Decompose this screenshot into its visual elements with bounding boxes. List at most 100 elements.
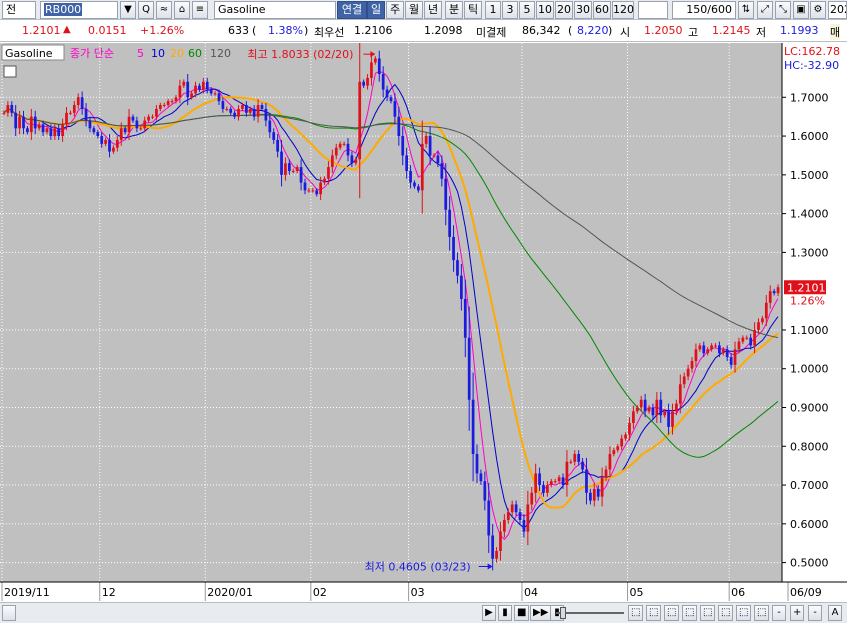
stepper-icon[interactable]: ⇅ bbox=[738, 1, 754, 19]
tab-monthly[interactable]: 월 bbox=[405, 1, 423, 19]
candle-body bbox=[217, 93, 221, 102]
xtick-label: 12 bbox=[102, 586, 116, 599]
period-input[interactable] bbox=[638, 1, 668, 19]
candle-body bbox=[460, 275, 463, 299]
candle-body bbox=[772, 291, 776, 294]
tab-weekly[interactable]: 주 bbox=[386, 1, 404, 19]
expand-icon[interactable]: ⬚ bbox=[682, 605, 698, 621]
xtick-label: 03 bbox=[411, 586, 425, 599]
period-10-button[interactable]: 10 bbox=[536, 1, 554, 19]
candle-body bbox=[385, 89, 389, 98]
period-30-button[interactable]: 30 bbox=[574, 1, 592, 19]
save-icon[interactable]: ▣ bbox=[793, 1, 809, 19]
zoom-fit-icon[interactable]: ⤢ bbox=[757, 1, 773, 19]
sell-label: 매 bbox=[830, 24, 841, 40]
stop-button[interactable]: ■ bbox=[514, 605, 530, 621]
zoom-out-button[interactable]: - bbox=[772, 605, 786, 621]
candle-body bbox=[155, 108, 158, 117]
candle-body bbox=[682, 376, 686, 385]
candle-body bbox=[158, 105, 162, 109]
candle-body bbox=[350, 155, 354, 164]
candle-body bbox=[596, 488, 600, 497]
candle-body bbox=[53, 128, 57, 137]
open-price: 1.2050 bbox=[644, 24, 683, 37]
candle-body bbox=[514, 504, 518, 513]
fast-forward-button[interactable]: ▶▶ bbox=[530, 605, 552, 621]
grid-icon[interactable]: ⬚ bbox=[646, 605, 662, 621]
candle-body bbox=[721, 349, 725, 354]
candle-body bbox=[338, 143, 342, 148]
zoom-in-icon[interactable]: ⤡ bbox=[775, 1, 791, 19]
candle-body bbox=[592, 488, 596, 501]
candle-body bbox=[260, 105, 264, 109]
zoom-in-button[interactable]: + bbox=[790, 605, 805, 621]
candle-icon[interactable]: ⬚ bbox=[736, 605, 752, 621]
candle-body bbox=[483, 481, 487, 501]
up-arrow-icon: ▲ bbox=[63, 24, 71, 35]
candle-body bbox=[757, 322, 760, 330]
legend-period-60: 60 bbox=[188, 47, 202, 60]
tab-minute[interactable]: 분 bbox=[445, 1, 463, 19]
settings-icon[interactable]: ⚙ bbox=[810, 1, 826, 19]
candle-body bbox=[354, 159, 358, 164]
period-1-button[interactable]: 1 bbox=[485, 1, 501, 19]
candle-body bbox=[284, 163, 287, 175]
line-icon[interactable]: ⬚ bbox=[754, 605, 770, 621]
auto-button[interactable]: A bbox=[828, 605, 842, 621]
period-60-button[interactable]: 60 bbox=[593, 1, 611, 19]
xtick-label: 05 bbox=[630, 586, 644, 599]
high-annotation: 최고 1.8033 (02/20) bbox=[247, 48, 353, 61]
print-icon[interactable]: ⬚ bbox=[664, 605, 680, 621]
zoom-slider-track[interactable] bbox=[556, 612, 624, 614]
candle-body bbox=[413, 182, 416, 187]
open-label: 시 bbox=[620, 26, 631, 39]
candle-body bbox=[620, 438, 624, 447]
period-5-button[interactable]: 5 bbox=[519, 1, 535, 19]
prefix-field[interactable]: 전 bbox=[2, 1, 36, 19]
chart-type-icon[interactable]: ≈ bbox=[156, 1, 172, 19]
volume-ratio-close: ) bbox=[304, 24, 309, 37]
symbol-code-input[interactable]: RB000 bbox=[40, 1, 118, 19]
price-chart[interactable]: 1.7000 1.6000 1.5000 1.4000 1.3000 1.1000 1.00… bbox=[0, 43, 847, 601]
xtick-label: 2020/01 bbox=[207, 586, 253, 599]
low-annotation: 최저 0.4605 (03/23) bbox=[365, 560, 471, 573]
candle-body bbox=[651, 407, 655, 416]
zoom-slider-knob[interactable] bbox=[560, 607, 566, 619]
play-button[interactable]: ▶ bbox=[482, 605, 496, 621]
candle-body bbox=[632, 411, 635, 424]
period-120-button[interactable]: 120 bbox=[612, 1, 634, 19]
count-field[interactable]: 150/600 bbox=[672, 1, 736, 19]
tab-yearly[interactable]: 년 bbox=[424, 1, 442, 19]
list-icon[interactable]: ≡ bbox=[192, 1, 208, 19]
candle-body bbox=[577, 454, 581, 462]
candle-body bbox=[714, 345, 717, 347]
candle-body bbox=[108, 139, 111, 152]
candle-body bbox=[244, 105, 248, 113]
candle-body bbox=[463, 298, 467, 338]
candle-body bbox=[268, 120, 272, 133]
xtick-label: 06/09 bbox=[790, 586, 822, 599]
period-20-button[interactable]: 20 bbox=[555, 1, 573, 19]
bar-icon[interactable]: ⬚ bbox=[718, 605, 734, 621]
tab-tick[interactable]: 틱 bbox=[464, 1, 482, 19]
candle-body bbox=[530, 492, 534, 505]
candle-body bbox=[190, 93, 193, 98]
tab-daily[interactable]: 일 bbox=[367, 1, 385, 19]
shrink-icon[interactable]: ⬚ bbox=[700, 605, 716, 621]
open-interest-close: ) bbox=[608, 24, 613, 37]
dropdown-arrow-icon[interactable]: ▼ bbox=[120, 1, 136, 19]
candle-body bbox=[241, 105, 244, 109]
save-image-icon[interactable]: ⬚ bbox=[628, 605, 644, 621]
period-3-button[interactable]: 3 bbox=[502, 1, 518, 19]
lock-icon[interactable]: ⌂ bbox=[174, 1, 190, 19]
tab-link[interactable]: 연결 bbox=[337, 1, 367, 19]
search-icon[interactable]: Q bbox=[138, 1, 154, 19]
candle-body bbox=[510, 504, 514, 513]
candle-body bbox=[733, 349, 737, 365]
candle-body bbox=[299, 167, 303, 183]
candle-body bbox=[503, 519, 506, 532]
candle-body bbox=[104, 139, 107, 144]
reset-button[interactable]: - bbox=[808, 605, 822, 621]
pause-button[interactable]: ▮ bbox=[498, 605, 512, 621]
scroll-left-button[interactable] bbox=[2, 605, 16, 621]
